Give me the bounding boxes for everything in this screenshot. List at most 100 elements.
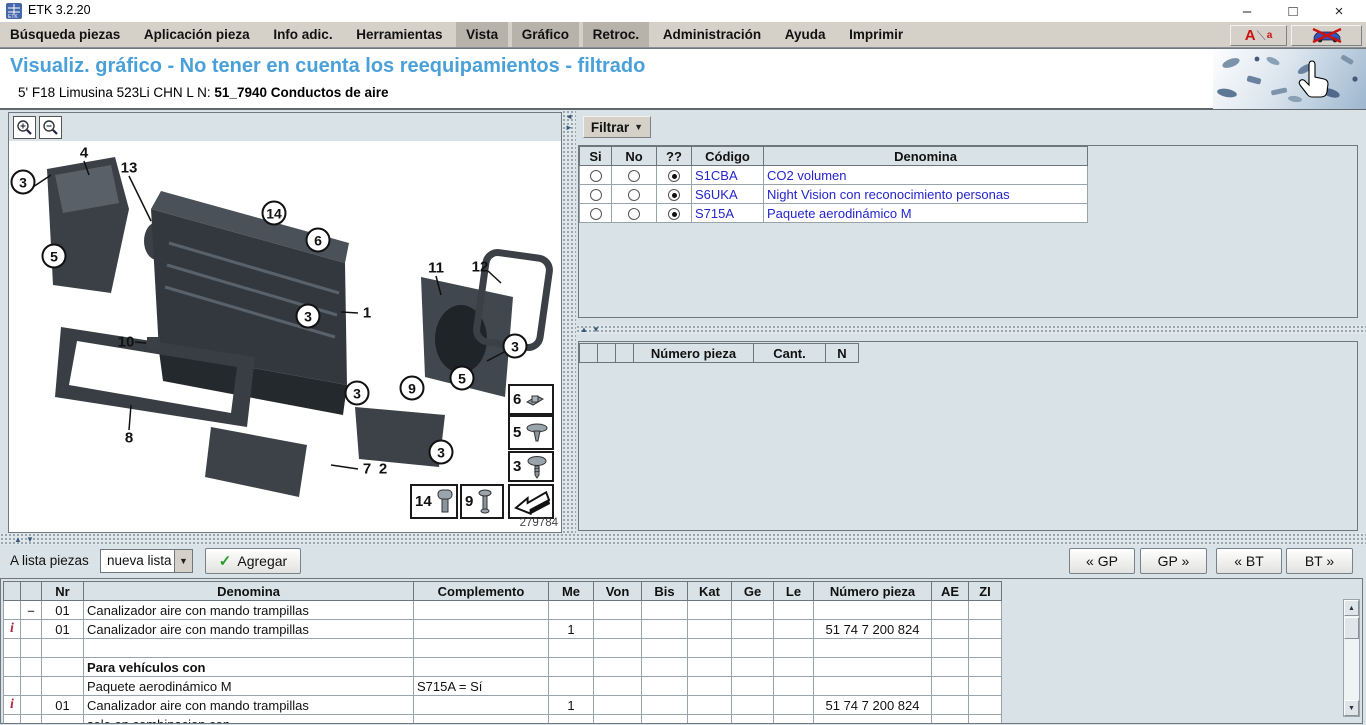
hide-vehicle-button[interactable] xyxy=(1291,25,1362,46)
gp-next-button[interactable]: GP » xyxy=(1140,548,1207,574)
radio-si[interactable] xyxy=(590,208,602,220)
parts-row[interactable]: solo en combinacion con xyxy=(4,715,1002,725)
col-me: Me xyxy=(549,582,594,601)
parts-row[interactable]: Paquete aerodinámico M S715A = Sí xyxy=(4,677,1002,696)
splitter-up-icon[interactable]: ▲ xyxy=(14,535,22,544)
maximize-button[interactable]: □ xyxy=(1270,3,1316,20)
radio-unknown[interactable] xyxy=(668,208,680,220)
diagram-callout-8[interactable]: 8 xyxy=(125,431,133,446)
menu-imprimir[interactable]: Imprimir xyxy=(839,22,913,47)
splitter-right-icon[interactable]: ► xyxy=(565,124,573,132)
radio-no[interactable] xyxy=(628,208,640,220)
col-si: Si xyxy=(580,147,612,166)
menu-vista[interactable]: Vista xyxy=(456,22,508,47)
menu-bar: Búsqueda piezas Aplicación pieza Info ad… xyxy=(0,22,1366,48)
info-icon[interactable]: i xyxy=(4,696,21,715)
diagram-callout-6[interactable]: 6 xyxy=(306,228,331,253)
app-icon: ETK xyxy=(6,3,22,19)
diagram-callout-1[interactable]: 1 xyxy=(363,306,371,321)
font-size-button[interactable]: A⟍a xyxy=(1230,25,1287,46)
vertical-splitter[interactable]: ◄ ► xyxy=(562,110,576,533)
menu-ayuda[interactable]: Ayuda xyxy=(775,22,836,47)
splitter-down-icon[interactable]: ▼ xyxy=(592,325,600,334)
diagram-panel[interactable]: 345131463111123593108723 6 5 3 xyxy=(8,112,562,533)
col-blank xyxy=(616,344,634,363)
dropdown-arrow-icon: ▼ xyxy=(634,122,643,132)
parts-row[interactable]: – 01 Canalizador aire con mando trampill… xyxy=(4,601,1002,620)
diagram-callout-3[interactable]: 3 xyxy=(296,304,321,329)
radio-no[interactable] xyxy=(628,170,640,182)
diagram-callout-3[interactable]: 3 xyxy=(503,334,528,359)
parts-list-section: Nr Denomina Complemento Me Von Bis Kat G… xyxy=(0,578,1363,724)
parts-collage-image xyxy=(1213,49,1366,109)
bottom-splitter[interactable]: ▲ ▼ xyxy=(0,533,1366,545)
filter-row: S6UKA Night Vision con reconocimiento pe… xyxy=(580,185,1088,204)
menu-info-adic[interactable]: Info adic. xyxy=(263,22,342,47)
page-title: Visualiz. gráfico - No tener en cuenta l… xyxy=(10,55,645,78)
diagram-callout-2[interactable]: 2 xyxy=(379,462,387,477)
diagram-callout-3[interactable]: 3 xyxy=(345,381,370,406)
diagram-callout-5[interactable]: 5 xyxy=(450,366,475,391)
direction-arrow-icon xyxy=(513,488,552,516)
screw-icon xyxy=(523,454,549,480)
diagram-callout-3[interactable]: 3 xyxy=(11,170,36,195)
filter-button[interactable]: Filtrar▼ xyxy=(583,116,651,138)
scroll-up-icon[interactable]: ▲ xyxy=(1344,600,1359,616)
parts-row[interactable] xyxy=(4,639,1002,658)
filter-table: Si No ?? Código Denomina S1CBA CO2 volum… xyxy=(579,146,1088,223)
svg-text:ETK: ETK xyxy=(8,14,18,19)
scrollbar-thumb[interactable] xyxy=(1344,617,1359,639)
font-size-icon: A xyxy=(1245,27,1256,44)
close-button[interactable]: × xyxy=(1316,3,1362,20)
horizontal-splitter[interactable]: ▲ ▼ xyxy=(576,325,1366,334)
radio-unknown[interactable] xyxy=(668,170,680,182)
col-blank xyxy=(580,344,598,363)
splitter-left-icon[interactable]: ◄ xyxy=(565,113,573,121)
legend-clip: 6 xyxy=(508,384,554,415)
diagram-callout-13[interactable]: 13 xyxy=(121,161,138,176)
option-name: Night Vision con reconocimiento personas xyxy=(764,185,1088,204)
diagram-callout-7[interactable]: 7 xyxy=(363,462,371,477)
menu-grafico[interactable]: Gráfico xyxy=(512,22,579,47)
info-icon[interactable]: i xyxy=(4,620,21,639)
diagram-callout-3[interactable]: 3 xyxy=(429,440,454,465)
add-button[interactable]: ✓ Agregar xyxy=(205,548,301,574)
bt-next-button[interactable]: BT » xyxy=(1286,548,1353,574)
group-heading: Para vehículos con xyxy=(84,658,414,677)
parts-row[interactable]: i 01 Canalizador aire con mando trampill… xyxy=(4,696,1002,715)
dropdown-arrow-icon[interactable]: ▼ xyxy=(174,550,192,572)
parts-row[interactable]: Para vehículos con xyxy=(4,658,1002,677)
diagram-callout-12[interactable]: 12 xyxy=(472,260,489,275)
diagram-callout-10[interactable]: 10 xyxy=(118,335,135,350)
col-blank xyxy=(598,344,616,363)
gp-prev-button[interactable]: « GP xyxy=(1069,548,1135,574)
bt-prev-button[interactable]: « BT xyxy=(1216,548,1282,574)
menu-busqueda-piezas[interactable]: Búsqueda piezas xyxy=(0,22,130,47)
parts-list-toolbar: A lista piezas nueva lista ▼ ✓ Agregar «… xyxy=(0,545,1366,578)
radio-si[interactable] xyxy=(590,170,602,182)
radio-no[interactable] xyxy=(628,189,640,201)
menu-retroc[interactable]: Retroc. xyxy=(583,22,650,47)
scroll-down-icon[interactable]: ▼ xyxy=(1344,700,1359,716)
collapse-icon[interactable]: – xyxy=(21,601,42,620)
bolt-icon xyxy=(434,488,456,516)
diagram-callout-5[interactable]: 5 xyxy=(42,244,67,269)
menu-aplicacion-pieza[interactable]: Aplicación pieza xyxy=(134,22,260,47)
diagram-callout-9[interactable]: 9 xyxy=(400,376,425,401)
radio-unknown[interactable] xyxy=(668,189,680,201)
menu-herramientas[interactable]: Herramientas xyxy=(346,22,452,47)
parts-row[interactable]: i 01 Canalizador aire con mando trampill… xyxy=(4,620,1002,639)
diagram-callout-4[interactable]: 4 xyxy=(80,146,88,161)
splitter-up-icon[interactable]: ▲ xyxy=(580,325,588,334)
diagram-callout-14[interactable]: 14 xyxy=(262,201,287,226)
menu-administracion[interactable]: Administración xyxy=(653,22,771,47)
minimize-button[interactable]: – xyxy=(1224,3,1270,20)
radio-si[interactable] xyxy=(590,189,602,201)
col-numero-pieza: Número pieza xyxy=(634,344,754,363)
list-dropdown[interactable]: nueva lista ▼ xyxy=(100,549,193,573)
col-le: Le xyxy=(774,582,814,601)
splitter-down-icon[interactable]: ▼ xyxy=(26,535,34,544)
col-kat: Kat xyxy=(688,582,732,601)
diagram-callout-11[interactable]: 11 xyxy=(428,261,444,276)
parts-table-scrollbar[interactable]: ▲ ▼ xyxy=(1343,599,1360,717)
